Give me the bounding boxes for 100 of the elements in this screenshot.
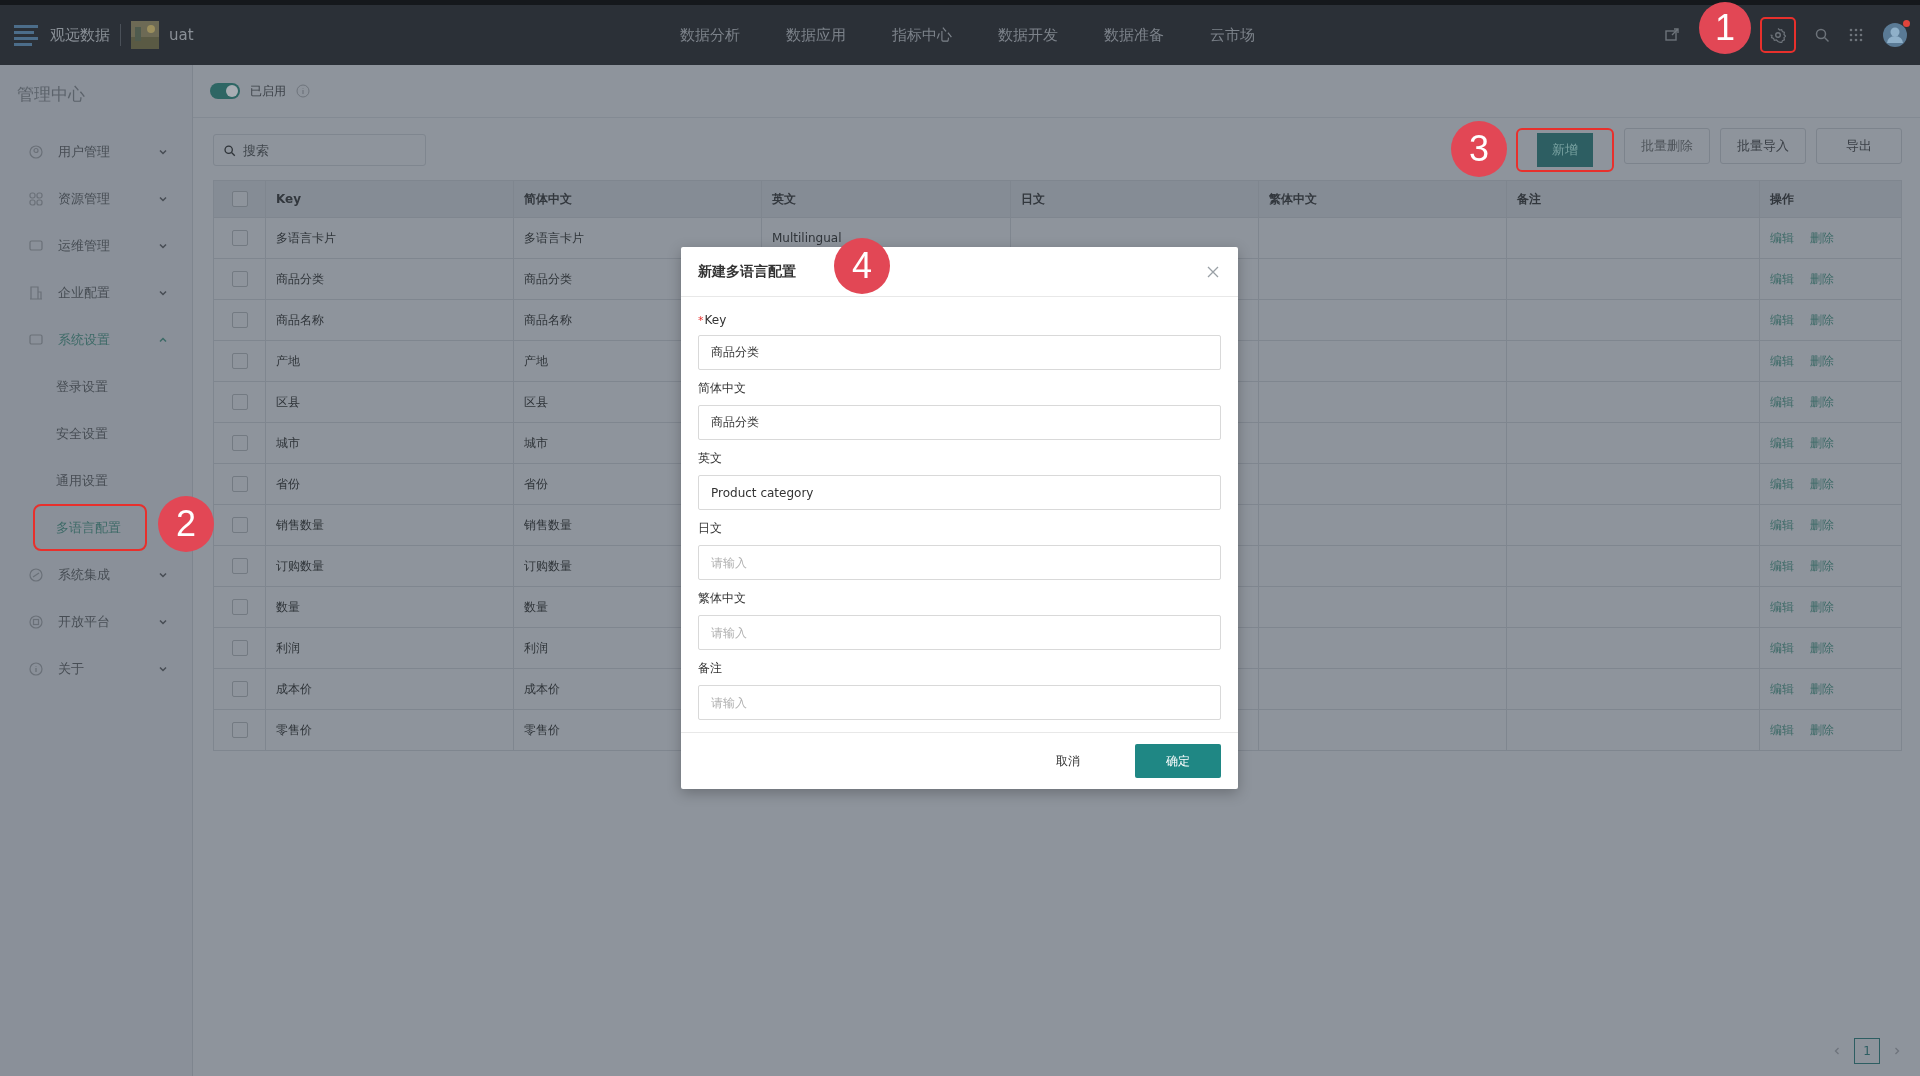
sidebar-item[interactable]: 企业配置 [0,269,192,316]
action-link[interactable]: 编辑 [1770,557,1794,575]
search-icon [223,144,236,157]
sidebar-subitem[interactable]: 多语言配置 [33,504,147,551]
input-field[interactable]: 商品分类 [698,335,1221,370]
sidebar-item[interactable]: 系统设置 [0,316,192,363]
checkbox[interactable] [231,435,248,451]
nav-tab[interactable]: 指标中心 [892,25,952,45]
table-cell: 销售数量 [524,516,572,534]
page-number[interactable]: 1 [1854,1038,1880,1064]
action-link[interactable]: 删除 [1810,352,1834,370]
column-header: Key [276,192,302,206]
apps-grid-icon[interactable] [1848,27,1864,43]
checkbox[interactable] [231,394,248,410]
action-link[interactable]: 删除 [1810,434,1834,452]
share-icon[interactable] [1664,27,1680,43]
action-link[interactable]: 删除 [1810,393,1834,411]
settings-button[interactable] [1760,17,1796,53]
checkbox[interactable] [231,271,248,287]
action-link[interactable]: 删除 [1810,639,1834,657]
checkbox[interactable] [231,722,248,738]
checkbox[interactable] [231,191,248,207]
action-link[interactable]: 删除 [1810,598,1834,616]
toggle-switch[interactable] [210,83,240,99]
input-field[interactable]: 请输入 [698,545,1221,580]
search-icon[interactable] [1814,27,1830,43]
menu-item-icon [28,331,44,348]
action-link[interactable]: 编辑 [1770,352,1794,370]
nav-tab[interactable]: 数据分析 [680,25,740,45]
action-link[interactable]: 删除 [1810,680,1834,698]
sidebar-subitem[interactable]: 安全设置 [0,410,192,457]
action-link[interactable]: 删除 [1810,721,1834,739]
action-link[interactable]: 删除 [1810,311,1834,329]
checkbox[interactable] [231,476,248,492]
previous-page-icon[interactable] [1832,1046,1842,1056]
field-label: 备注 [698,660,722,677]
step-badge: 2 [158,496,214,552]
input-field[interactable]: 请输入 [698,685,1221,720]
checkbox[interactable] [231,599,248,615]
action-link[interactable]: 编辑 [1770,229,1794,247]
table-cell: 省份 [524,475,548,493]
table-cell: 零售价 [524,721,560,739]
next-page-icon[interactable] [1892,1046,1902,1056]
sidebar-item[interactable]: 资源管理 [0,175,192,222]
workspace-name[interactable]: uat [169,26,194,44]
menu-item-icon [28,566,44,583]
action-link[interactable]: 编辑 [1770,475,1794,493]
checkbox[interactable] [231,558,248,574]
toolbar-button[interactable]: 新增 [1516,128,1614,172]
sidebar-item[interactable]: 用户管理 [0,128,192,175]
table-cell: 销售数量 [276,516,324,534]
action-link[interactable]: 编辑 [1770,270,1794,288]
nav-tab[interactable]: 数据准备 [1104,25,1164,45]
nav-tab[interactable]: 数据开发 [998,25,1058,45]
action-link[interactable]: 编辑 [1770,393,1794,411]
action-link[interactable]: 编辑 [1770,680,1794,698]
action-link[interactable]: 编辑 [1770,721,1794,739]
action-link[interactable]: 编辑 [1770,311,1794,329]
action-link[interactable]: 删除 [1810,557,1834,575]
settings-icon [1770,27,1786,43]
sidebar-item[interactable]: 开放平台 [0,598,192,645]
action-link[interactable]: 删除 [1810,229,1834,247]
nav-tab[interactable]: 云市场 [1210,25,1255,45]
checkbox[interactable] [231,353,248,369]
sidebar-item[interactable]: 运维管理 [0,222,192,269]
action-link[interactable]: 编辑 [1770,598,1794,616]
step-badge: 3 [1451,121,1507,177]
avatar-icon[interactable] [1882,22,1908,48]
action-link[interactable]: 编辑 [1770,639,1794,657]
sidebar-item[interactable]: 关于 [0,645,192,692]
menu-item-icon [28,143,44,160]
table-cell: 产地 [524,352,548,370]
column-header: 备注 [1517,190,1541,208]
checkbox[interactable] [231,681,248,697]
menu-item-icon [28,613,44,630]
brand-name: 观远数据 [50,25,110,45]
close-icon[interactable] [1206,264,1220,279]
action-link[interactable]: 编辑 [1770,434,1794,452]
dialog-button[interactable]: 确定 [1135,744,1221,778]
checkbox[interactable] [231,517,248,533]
nav-tab[interactable]: 数据应用 [786,25,846,45]
dialog-button[interactable]: 取消 [1025,744,1111,778]
sidebar-item[interactable]: 系统集成 [0,551,192,598]
toolbar-button[interactable]: 批量导入 [1720,128,1806,164]
search-field[interactable]: 搜索 [213,134,426,166]
info-icon[interactable] [296,84,310,98]
toolbar-button[interactable]: 导出 [1816,128,1902,164]
checkbox[interactable] [231,230,248,246]
input-field[interactable]: 请输入 [698,615,1221,650]
menu-item-icon [28,284,44,301]
action-link[interactable]: 删除 [1810,270,1834,288]
checkbox[interactable] [231,640,248,656]
action-link[interactable]: 编辑 [1770,516,1794,534]
action-link[interactable]: 删除 [1810,475,1834,493]
input-field[interactable]: Product category [698,475,1221,510]
action-link[interactable]: 删除 [1810,516,1834,534]
field-label: 繁体中文 [698,590,746,607]
checkbox[interactable] [231,312,248,328]
sidebar-subitem[interactable]: 登录设置 [0,363,192,410]
input-field[interactable]: 商品分类 [698,405,1221,440]
